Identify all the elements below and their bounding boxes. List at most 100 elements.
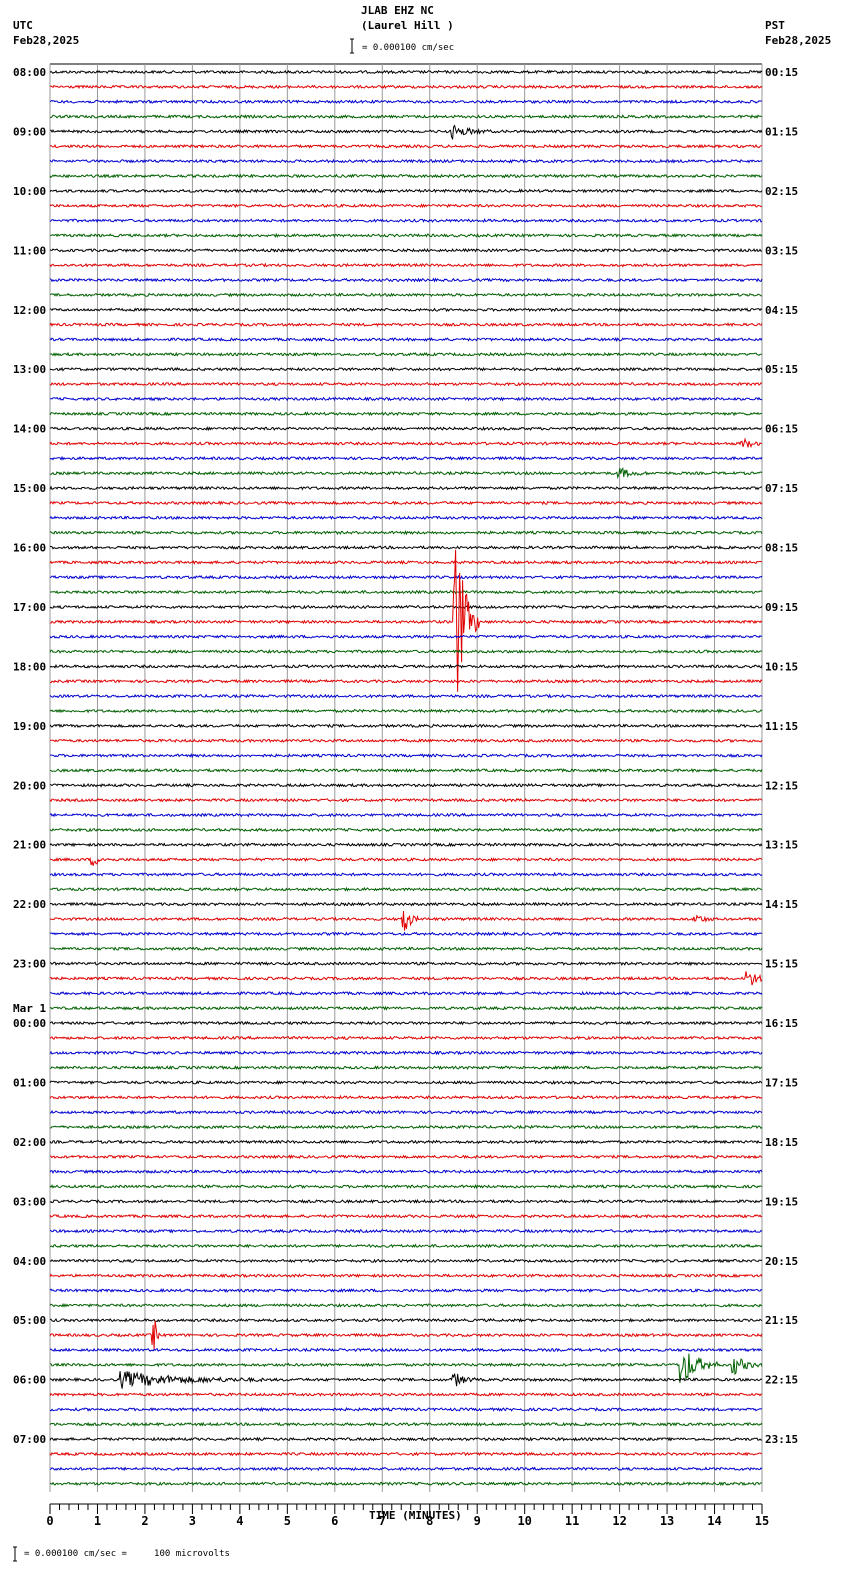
pst-hour-label: 15:15 bbox=[765, 958, 798, 971]
pst-hour-label: 06:15 bbox=[765, 423, 798, 436]
seismic-trace bbox=[49, 961, 763, 967]
pst-hour-label: 12:15 bbox=[765, 779, 798, 792]
seismic-trace bbox=[49, 467, 763, 480]
utc-hour-label: 12:00 bbox=[13, 304, 46, 317]
seismic-trace bbox=[49, 549, 763, 692]
seismic-trace bbox=[49, 307, 763, 313]
seismic-trace bbox=[49, 1302, 763, 1308]
pst-hour-label: 21:15 bbox=[765, 1314, 798, 1327]
seismic-trace bbox=[49, 1421, 763, 1427]
seismic-trace bbox=[49, 158, 763, 164]
utc-hour-label: 14:00 bbox=[13, 423, 46, 436]
pst-hour-label: 00:15 bbox=[765, 66, 798, 79]
seismic-trace bbox=[49, 1451, 763, 1457]
seismic-trace bbox=[49, 901, 763, 907]
seismic-trace bbox=[49, 827, 763, 833]
pst-hour-label: 02:15 bbox=[765, 185, 798, 198]
seismogram-plot: 0 1 2 3 4 5 6 7 8 9 10 11 12 13 14 1508:00 00:1509:00 01:… bbox=[13, 38, 798, 1562]
seismic-trace bbox=[49, 366, 763, 372]
footer-scale-bar-icon bbox=[13, 1546, 17, 1562]
pst-hour-label: 20:15 bbox=[765, 1255, 798, 1268]
utc-hour-label: 10:00 bbox=[13, 185, 46, 198]
seismic-trace bbox=[49, 886, 763, 892]
seismic-trace bbox=[49, 545, 762, 551]
seismic-trace bbox=[49, 218, 763, 223]
x-tick-label: 8 bbox=[426, 1514, 433, 1528]
pst-hour-label: 08:15 bbox=[765, 542, 798, 555]
seismic-trace bbox=[49, 84, 763, 90]
seismic-trace bbox=[49, 723, 763, 729]
utc-hour-label: 22:00 bbox=[13, 898, 46, 911]
seismic-trace bbox=[49, 1466, 763, 1472]
pst-hour-label: 09:15 bbox=[765, 601, 798, 614]
seismic-trace bbox=[49, 426, 763, 432]
seismic-trace bbox=[49, 589, 763, 595]
seismic-trace bbox=[49, 842, 763, 848]
seismic-trace bbox=[49, 143, 763, 149]
x-tick-label: 6 bbox=[331, 1514, 338, 1528]
pst-hour-label: 03:15 bbox=[765, 244, 798, 257]
x-tick-label: 9 bbox=[474, 1514, 481, 1528]
x-tick-label: 14 bbox=[707, 1514, 721, 1528]
seismic-trace bbox=[49, 1035, 763, 1041]
seismic-trace bbox=[49, 1258, 763, 1264]
x-tick-label: 10 bbox=[517, 1514, 531, 1528]
seismic-trace bbox=[49, 530, 763, 536]
pst-hour-label: 23:15 bbox=[765, 1433, 798, 1446]
utc-hour-label: 04:00 bbox=[13, 1255, 46, 1268]
utc-hour-label: 18:00 bbox=[13, 660, 46, 673]
pst-hour-label: 05:15 bbox=[765, 363, 798, 376]
seismic-trace bbox=[49, 574, 763, 580]
seismic-trace bbox=[49, 693, 763, 699]
utc-hour-label: 19:00 bbox=[13, 720, 46, 733]
utc-hour-label: 09:00 bbox=[13, 125, 46, 138]
seismic-trace bbox=[49, 871, 763, 877]
pst-hour-label: 16:15 bbox=[765, 1017, 798, 1030]
seismic-trace bbox=[49, 1169, 763, 1175]
seismic-trace bbox=[49, 515, 763, 521]
utc-hour-label: 00:00 bbox=[13, 1017, 46, 1030]
seismic-trace bbox=[49, 277, 763, 283]
seismic-trace bbox=[49, 1347, 763, 1353]
x-tick-label: 7 bbox=[379, 1514, 386, 1528]
pst-hour-label: 14:15 bbox=[765, 898, 798, 911]
utc-hour-label: 13:00 bbox=[13, 363, 46, 376]
seismic-trace bbox=[49, 381, 763, 387]
seismic-trace bbox=[49, 1288, 763, 1294]
seismic-trace bbox=[49, 1109, 763, 1115]
seismic-trace bbox=[49, 910, 763, 931]
seismic-trace bbox=[49, 99, 763, 105]
x-tick-label: 15 bbox=[755, 1514, 769, 1528]
date-change-label: Mar 1 bbox=[13, 1002, 46, 1015]
seismic-trace bbox=[49, 782, 763, 788]
seismic-trace bbox=[49, 203, 762, 209]
pst-hour-label: 01:15 bbox=[765, 125, 798, 138]
seismic-trace bbox=[49, 1273, 763, 1279]
seismic-trace bbox=[49, 767, 763, 773]
x-tick-label: 2 bbox=[141, 1514, 148, 1528]
pst-hour-label: 19:15 bbox=[765, 1195, 798, 1208]
utc-hour-label: 16:00 bbox=[13, 542, 46, 555]
seismic-trace bbox=[49, 1065, 763, 1071]
seismic-trace bbox=[49, 1094, 763, 1100]
utc-hour-label: 21:00 bbox=[13, 839, 46, 852]
seismic-trace bbox=[49, 455, 763, 461]
utc-hour-label: 17:00 bbox=[13, 601, 46, 614]
seismic-trace bbox=[49, 946, 763, 952]
utc-hour-label: 07:00 bbox=[13, 1433, 46, 1446]
utc-hour-label: 08:00 bbox=[13, 66, 46, 79]
seismic-trace bbox=[49, 322, 763, 328]
utc-hour-label: 23:00 bbox=[13, 958, 46, 971]
pst-hour-label: 13:15 bbox=[765, 839, 798, 852]
utc-hour-label: 06:00 bbox=[13, 1374, 46, 1387]
seismic-trace bbox=[49, 797, 763, 803]
seismic-trace bbox=[49, 188, 763, 194]
seismic-trace bbox=[49, 971, 763, 986]
seismic-trace bbox=[49, 114, 763, 120]
seismic-trace bbox=[49, 1481, 763, 1487]
pst-hour-label: 10:15 bbox=[765, 660, 798, 673]
seismic-trace bbox=[49, 1005, 763, 1011]
utc-hour-label: 11:00 bbox=[13, 244, 46, 257]
utc-hour-label: 15:00 bbox=[13, 482, 46, 495]
utc-hour-label: 05:00 bbox=[13, 1314, 46, 1327]
